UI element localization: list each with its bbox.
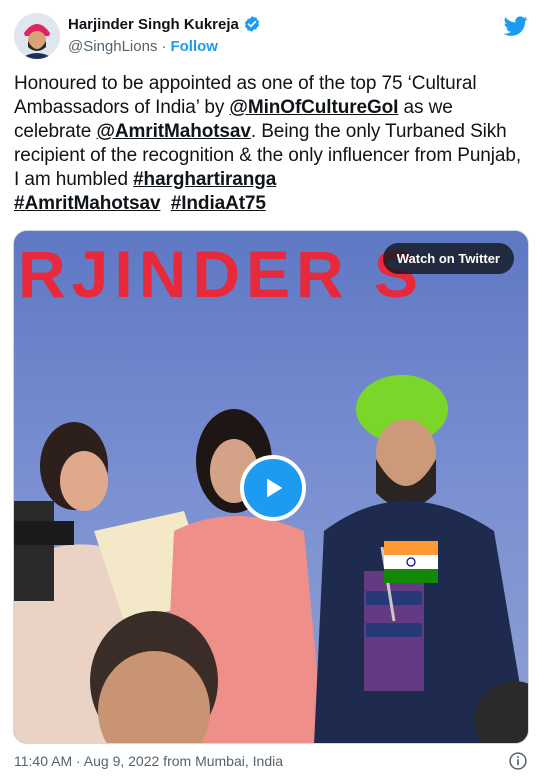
- verified-badge-icon: [244, 16, 259, 32]
- play-button[interactable]: [240, 455, 306, 521]
- banner-text: RJINDER S: [18, 237, 424, 311]
- avatar-image: [14, 13, 60, 59]
- tweet-text: Honoured to be appointed as one of the t…: [14, 72, 530, 216]
- tweet-card: Harjinder Singh Kukreja @SinghLions · Fo…: [0, 0, 544, 784]
- avatar[interactable]: [14, 13, 60, 59]
- hashtag-harghartiranga[interactable]: #harghartiranga: [133, 169, 276, 190]
- follow-button[interactable]: Follow: [170, 38, 218, 55]
- info-icon[interactable]: [508, 751, 528, 771]
- mention-minofculture[interactable]: @MinOfCultureGoI: [229, 97, 398, 118]
- author-handle[interactable]: @SinghLions: [68, 38, 157, 55]
- separator-dot: ·: [161, 38, 167, 55]
- hashtag-indiaat75[interactable]: #IndiaAt75: [171, 193, 266, 214]
- hashtag-amritmahotsav[interactable]: #AmritMahotsav: [14, 193, 161, 214]
- watch-on-twitter-button[interactable]: Watch on Twitter: [382, 243, 514, 274]
- twitter-bird-icon[interactable]: [504, 14, 528, 38]
- author-name[interactable]: Harjinder Singh Kukreja: [68, 15, 261, 33]
- play-icon: [267, 478, 283, 498]
- tweet-timestamp[interactable]: 11:40 AM · Aug 9, 2022 from Mumbai, Indi…: [14, 753, 283, 769]
- mention-amritmahotsav[interactable]: @AmritMahotsav: [96, 121, 250, 142]
- handle-row: @SinghLions · Follow: [68, 38, 218, 55]
- author-name-text: Harjinder Singh Kukreja: [68, 15, 239, 33]
- video-thumbnail[interactable]: RJINDER S Watch on Twitter: [13, 230, 529, 744]
